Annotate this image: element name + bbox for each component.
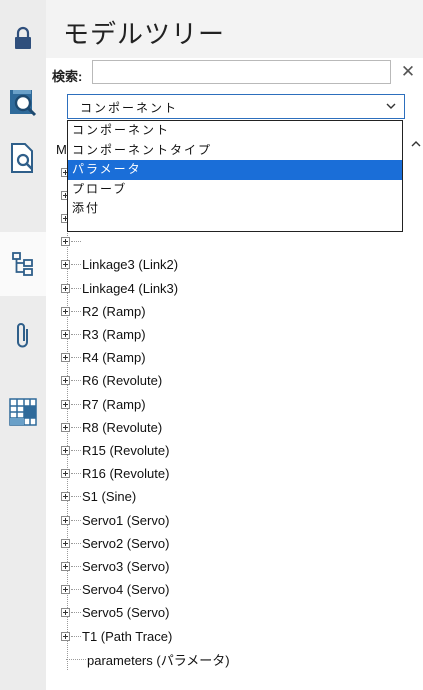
tree-row-label: Servo1 (Servo) bbox=[82, 512, 170, 528]
document-search-icon bbox=[11, 143, 33, 173]
document-search-button[interactable] bbox=[0, 126, 46, 190]
filter-dropdown-list: コンポーネント コンポーネントタイプ パラメータ プローブ 添付 bbox=[67, 120, 403, 232]
tree-row[interactable] bbox=[61, 232, 82, 252]
filter-selected-value: コンポーネント bbox=[80, 101, 179, 115]
search-view-icon bbox=[10, 90, 37, 117]
tree-row[interactable]: R8 (Revolute) bbox=[61, 417, 162, 437]
filter-option-component[interactable]: コンポーネント bbox=[68, 121, 402, 141]
filter-option-parameter[interactable]: パラメータ bbox=[68, 160, 402, 180]
expand-icon[interactable] bbox=[61, 445, 70, 455]
tree-row[interactable]: R3 (Ramp) bbox=[61, 324, 146, 344]
lock-button[interactable] bbox=[0, 10, 46, 66]
left-toolbar bbox=[0, 0, 47, 690]
tree-row-label: R2 (Ramp) bbox=[82, 303, 146, 319]
clear-search-button[interactable]: ✕ bbox=[399, 60, 417, 84]
expand-icon[interactable] bbox=[61, 353, 70, 363]
tree-row[interactable]: Servo5 (Servo) bbox=[61, 603, 169, 623]
tree-row-label: Servo4 (Servo) bbox=[82, 582, 170, 598]
tree-row[interactable]: Servo3 (Servo) bbox=[61, 556, 169, 576]
tree-structure-icon bbox=[12, 252, 33, 276]
tree-leaf-label: parameters (パラメータ) bbox=[87, 652, 230, 668]
expand-icon[interactable] bbox=[61, 260, 70, 270]
paperclip-icon bbox=[17, 323, 28, 348]
tree-row[interactable]: Linkage3 (Link2) bbox=[61, 255, 178, 275]
expand-icon[interactable] bbox=[61, 492, 70, 502]
tree-row[interactable]: Servo1 (Servo) bbox=[61, 510, 169, 530]
expand-icon[interactable] bbox=[61, 329, 70, 339]
lock-icon bbox=[15, 26, 31, 49]
grid-table-icon bbox=[9, 398, 37, 426]
tree-row-label: R16 (Revolute) bbox=[82, 466, 170, 482]
tree-row-label: R3 (Ramp) bbox=[82, 326, 146, 342]
expand-icon[interactable] bbox=[61, 306, 70, 316]
search-input[interactable] bbox=[92, 60, 391, 84]
table-view-button[interactable] bbox=[0, 380, 46, 444]
tree-row[interactable]: T1 (Path Trace) bbox=[61, 626, 172, 646]
expand-icon[interactable] bbox=[61, 283, 70, 293]
filter-option-probe[interactable]: プローブ bbox=[68, 180, 402, 200]
tree-row-label: Servo5 (Servo) bbox=[82, 605, 170, 621]
expand-icon[interactable] bbox=[61, 585, 70, 595]
expand-icon[interactable] bbox=[61, 561, 70, 571]
model-view-button[interactable] bbox=[0, 70, 46, 134]
chevron-down-icon bbox=[386, 103, 396, 109]
attachments-button[interactable] bbox=[0, 304, 46, 368]
tree-row[interactable]: R16 (Revolute) bbox=[61, 464, 169, 484]
search-label: 検索: bbox=[52, 69, 83, 84]
expand-icon[interactable] bbox=[61, 469, 70, 479]
tree-row[interactable]: R2 (Ramp) bbox=[61, 301, 146, 321]
scroll-up-icon[interactable] bbox=[410, 137, 422, 151]
tree-row[interactable]: S1 (Sine) bbox=[61, 487, 136, 507]
page-title: モデルツリー bbox=[63, 20, 226, 50]
expand-icon[interactable] bbox=[61, 376, 70, 386]
tree-row-label: R15 (Revolute) bbox=[82, 442, 170, 458]
expand-icon[interactable] bbox=[61, 608, 70, 618]
filter-option-attachment[interactable]: 添付 bbox=[68, 199, 402, 219]
tree-row[interactable]: R7 (Ramp) bbox=[61, 394, 146, 414]
expand-icon[interactable] bbox=[61, 631, 70, 641]
tree-row[interactable]: R15 (Revolute) bbox=[61, 440, 169, 460]
tree-row-label: R4 (Ramp) bbox=[82, 350, 146, 366]
tree-row[interactable]: Linkage4 (Link3) bbox=[61, 278, 178, 298]
tree-leaf[interactable]: parameters (パラメータ) bbox=[66, 649, 230, 669]
expand-icon[interactable] bbox=[61, 237, 70, 247]
model-tree-button[interactable] bbox=[0, 232, 47, 296]
filter-option-component-type[interactable]: コンポーネントタイプ bbox=[68, 141, 402, 161]
tree-row-label: Linkage4 (Link3) bbox=[82, 280, 179, 296]
tree-row-label: S1 (Sine) bbox=[82, 489, 137, 505]
tree-row-label: R6 (Revolute) bbox=[82, 373, 163, 389]
tree-row-label: Servo3 (Servo) bbox=[82, 558, 170, 574]
expand-icon[interactable] bbox=[61, 515, 70, 525]
tree-row-label: Linkage3 (Link2) bbox=[82, 257, 179, 273]
tree-row-label: R8 (Revolute) bbox=[82, 419, 163, 435]
tree-row[interactable]: R6 (Revolute) bbox=[61, 371, 162, 391]
expand-icon[interactable] bbox=[61, 538, 70, 548]
tree-row[interactable]: R4 (Ramp) bbox=[61, 348, 146, 368]
tree-row-label: Servo2 (Servo) bbox=[82, 535, 170, 551]
filter-select[interactable]: コンポーネント bbox=[67, 94, 405, 119]
expand-icon[interactable] bbox=[61, 422, 70, 432]
expand-icon[interactable] bbox=[61, 399, 70, 409]
tree-root-label: M bbox=[56, 142, 67, 157]
tree-row-label: T1 (Path Trace) bbox=[82, 628, 173, 644]
tree-row[interactable]: Servo2 (Servo) bbox=[61, 533, 169, 553]
tree-row-label: R7 (Ramp) bbox=[82, 396, 146, 412]
tree-row[interactable]: Servo4 (Servo) bbox=[61, 580, 169, 600]
